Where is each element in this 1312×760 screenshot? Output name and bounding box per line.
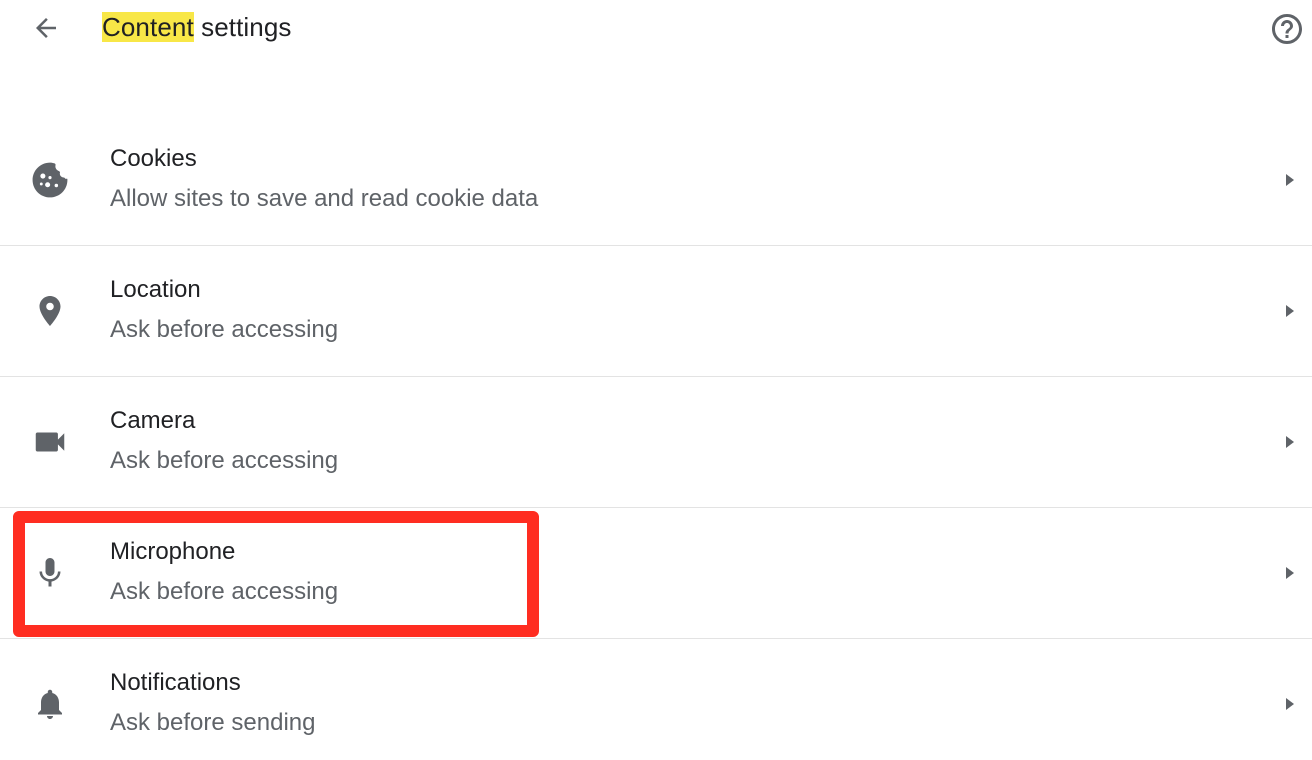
setting-label: Microphone (110, 538, 236, 565)
setting-description: Ask before accessing (110, 578, 339, 605)
chevron-right-icon (1280, 692, 1300, 716)
setting-row-camera[interactable]: Camera Ask before accessing (0, 377, 1312, 508)
chevron-right-icon (1280, 430, 1300, 454)
setting-description: Allow sites to save and read cookie data (110, 185, 539, 212)
chevron-right-icon (1280, 299, 1300, 323)
back-button[interactable] (26, 8, 66, 48)
title-highlight: Content (102, 12, 194, 42)
setting-description: Ask before accessing (110, 447, 339, 474)
setting-description: Ask before sending (110, 709, 316, 736)
cookie-icon (30, 160, 70, 200)
help-button[interactable] (1268, 10, 1306, 48)
setting-row-notifications[interactable]: Notifications Ask before sending (0, 639, 1312, 760)
setting-label: Location (110, 276, 201, 303)
chevron-right-icon (1280, 561, 1300, 585)
setting-row-location[interactable]: Location Ask before accessing (0, 246, 1312, 377)
chevron-right-icon (1280, 168, 1300, 192)
location-pin-icon (30, 291, 70, 331)
page-title: Content settings (102, 12, 292, 43)
title-rest: settings (193, 12, 292, 42)
header: Content settings (0, 0, 1312, 60)
arrow-back-icon (36, 18, 56, 38)
help-circle-icon (1272, 14, 1302, 44)
microphone-icon (30, 553, 70, 593)
setting-label: Cookies (110, 145, 197, 172)
setting-row-cookies[interactable]: Cookies Allow sites to save and read coo… (0, 115, 1312, 246)
setting-description: Ask before accessing (110, 316, 339, 343)
setting-label: Notifications (110, 669, 241, 696)
content-settings-page: Content settings Cookies Allow sites to … (0, 0, 1312, 760)
bell-icon (30, 684, 70, 724)
settings-list: Cookies Allow sites to save and read coo… (0, 115, 1312, 760)
setting-label: Camera (110, 407, 196, 434)
setting-row-microphone[interactable]: Microphone Ask before accessing (0, 508, 1312, 639)
camera-icon (30, 422, 70, 462)
